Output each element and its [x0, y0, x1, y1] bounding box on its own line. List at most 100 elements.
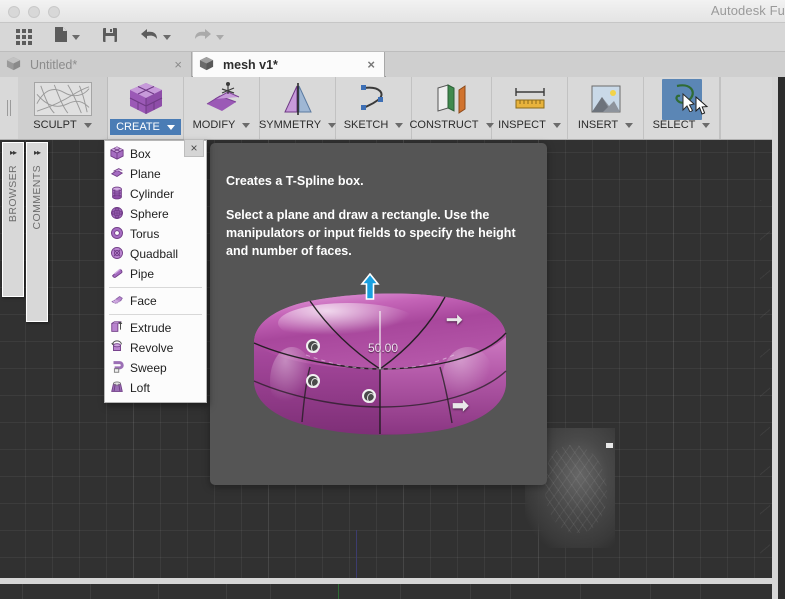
chevron-down-icon[interactable]	[702, 122, 711, 128]
menu-item-extrude[interactable]: Extrude	[105, 318, 206, 338]
close-window-button[interactable]	[8, 6, 20, 18]
ribbon-panel-symmetry[interactable]: SYMMETRY	[259, 77, 337, 139]
chevron-down-icon[interactable]	[72, 34, 80, 40]
window-titlebar: Autodesk Fu	[0, 0, 785, 23]
t-spline-box-illustration	[253, 293, 507, 435]
menu-item-label: Revolve	[130, 341, 174, 355]
close-menu-button[interactable]: ×	[184, 139, 204, 157]
undo-button[interactable]	[134, 23, 177, 52]
tab-label: Untitled*	[30, 57, 78, 72]
menu-item-torus[interactable]: Torus	[105, 224, 206, 244]
pipe-icon	[110, 266, 124, 283]
ruler-icon	[511, 81, 549, 117]
comments-panel[interactable]: ▸▸ COMMENTS	[26, 142, 48, 322]
chevron-down-icon[interactable]	[625, 122, 634, 128]
chevron-down-icon[interactable]	[83, 122, 92, 128]
modify-surface-icon	[202, 81, 242, 117]
document-cube-icon	[199, 56, 214, 74]
menu-item-label: Loft	[130, 381, 151, 395]
tab-bar-empty-area	[386, 52, 785, 77]
plane-icon	[110, 166, 124, 183]
floppy-disk-icon	[102, 27, 118, 48]
extrude-icon	[110, 320, 124, 337]
menu-item-plane[interactable]: Plane	[105, 164, 206, 184]
workspace-switcher-sculpt[interactable]: SCULPT	[18, 77, 108, 139]
planes-icon	[432, 81, 472, 117]
comments-panel-label: COMMENTS	[31, 165, 43, 230]
revolve-icon	[110, 339, 124, 357]
height-arrow-up-manipulator[interactable]	[360, 272, 380, 300]
timeline-strip[interactable]	[0, 584, 772, 599]
chevron-double-right-icon[interactable]: ▸▸	[34, 148, 41, 157]
ribbon-panel-label[interactable]: CREATE	[110, 119, 181, 135]
menu-item-sphere[interactable]: Sphere	[105, 204, 206, 224]
minimize-window-button[interactable]	[28, 6, 40, 18]
menu-item-face[interactable]: Face	[105, 291, 206, 311]
edge-arrow-down-right[interactable]: ➡	[452, 393, 469, 418]
file-icon	[54, 26, 68, 48]
ribbon-panel-create[interactable]: CREATE	[108, 77, 184, 139]
ribbon-panel-inspect[interactable]: INSPECT	[492, 77, 568, 139]
ribbon-empty-area	[720, 77, 772, 139]
menu-item-label: Quadball	[130, 247, 179, 261]
ribbon-panel-label[interactable]: CONSTRUCT	[409, 119, 494, 131]
face-count-handle-left-2[interactable]	[306, 374, 320, 388]
grid-icon	[16, 29, 32, 45]
new-file-button[interactable]	[48, 23, 86, 52]
face-count-handle-left[interactable]	[306, 339, 320, 353]
mouse-cursor	[695, 95, 709, 121]
face-count-handle-center[interactable]	[362, 389, 376, 403]
create-dropdown-menu[interactable]: Box Plane Cylinder Sphere Torus Quadball…	[104, 140, 207, 403]
document-tab-bar: Untitled* × mesh v1* ×	[0, 52, 785, 77]
browser-panel[interactable]: ▸▸ BROWSER	[2, 142, 24, 297]
ribbon-panel-insert[interactable]: INSERT	[568, 77, 644, 139]
chevron-down-icon[interactable]	[216, 34, 224, 40]
menu-item-sweep[interactable]: Sweep	[105, 358, 206, 378]
menu-item-cylinder[interactable]: Cylinder	[105, 184, 206, 204]
box-icon	[110, 145, 124, 163]
cylinder-icon	[110, 186, 124, 203]
redo-button[interactable]	[187, 23, 230, 52]
save-button[interactable]	[96, 23, 124, 52]
chevron-down-icon[interactable]	[552, 122, 561, 128]
menu-item-revolve[interactable]: Revolve	[105, 338, 206, 358]
zoom-window-button[interactable]	[48, 6, 60, 18]
workspace-label[interactable]: SCULPT	[33, 119, 92, 131]
ribbon-panel-modify[interactable]: MODIFY	[184, 77, 260, 139]
menu-item-label: Pipe	[130, 267, 155, 281]
document-tab-untitled[interactable]: Untitled* ×	[0, 52, 192, 77]
chevron-down-icon[interactable]	[395, 122, 404, 128]
menu-item-quadball[interactable]: Quadball	[105, 244, 206, 264]
ribbon-grip-handle[interactable]	[0, 77, 18, 139]
quadball-icon	[110, 246, 124, 263]
apps-grid-button[interactable]	[10, 23, 38, 52]
chevron-down-icon[interactable]	[166, 124, 175, 130]
menu-item-pipe[interactable]: Pipe	[105, 264, 206, 284]
tab-label: mesh v1*	[223, 57, 278, 72]
window-controls[interactable]	[8, 6, 60, 18]
chevron-down-icon[interactable]	[328, 122, 337, 128]
close-icon[interactable]: ×	[364, 57, 378, 72]
chevron-double-right-icon[interactable]: ▸▸	[10, 148, 17, 157]
document-cube-icon	[6, 56, 21, 74]
chevron-down-icon[interactable]	[242, 122, 251, 128]
ribbon-panel-label[interactable]: INSPECT	[498, 119, 561, 131]
app-title: Autodesk Fu	[710, 3, 785, 18]
command-tooltip: Creates a T-Spline box. Select a plane a…	[210, 143, 547, 485]
close-icon[interactable]: ×	[171, 57, 185, 72]
document-tab-mesh-v1[interactable]: mesh v1* ×	[193, 52, 385, 77]
ribbon-panel-label[interactable]: SYMMETRY	[259, 119, 337, 131]
ribbon-panel-label[interactable]: MODIFY	[193, 119, 251, 131]
ribbon-panel-label[interactable]: SKETCH	[344, 119, 404, 131]
chevron-down-icon[interactable]	[163, 34, 171, 40]
ribbon-panel-label[interactable]: INSERT	[578, 119, 634, 131]
edge-arrow-right[interactable]: ➞	[446, 307, 463, 332]
ribbon-panel-sketch[interactable]: SKETCH	[336, 77, 412, 139]
purple-box-icon	[127, 81, 165, 117]
right-edge-panel	[778, 77, 785, 599]
spline-curve-icon	[356, 81, 392, 117]
ribbon-panel-construct[interactable]: CONSTRUCT	[409, 77, 494, 139]
menu-item-loft[interactable]: Loft	[105, 378, 206, 398]
loft-icon	[110, 380, 124, 397]
menu-separator	[109, 287, 202, 288]
